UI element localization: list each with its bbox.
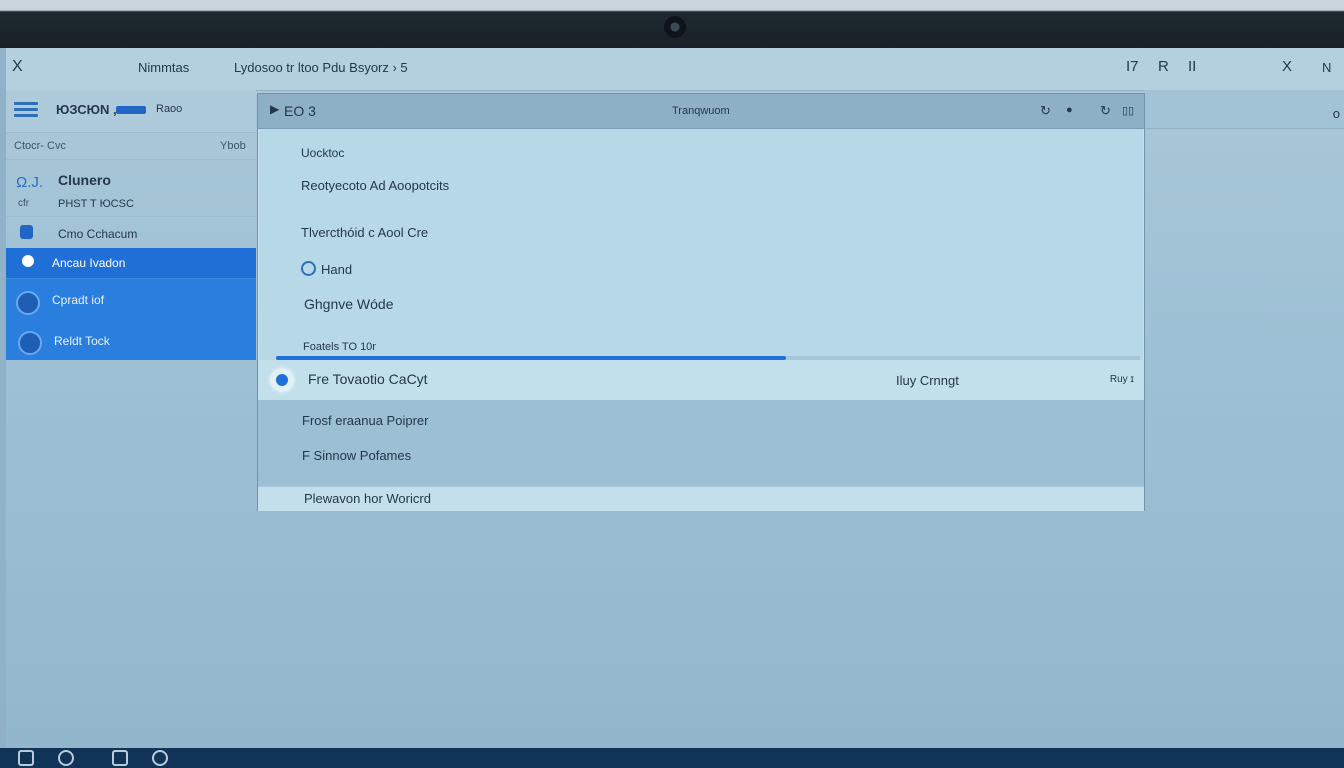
lock-icon[interactable]: [112, 750, 128, 766]
play-icon[interactable]: ▶: [270, 102, 279, 116]
option-row-2[interactable]: Tlvercthóid c Aool Cre: [301, 225, 428, 240]
sidebar-item-1[interactable]: Cmo Cchacum: [6, 218, 256, 248]
shield-icon: [22, 255, 34, 267]
user-name: Clunero: [58, 172, 111, 188]
circle-icon: [16, 291, 40, 315]
files-icon[interactable]: [18, 750, 34, 766]
right-panel-header: o: [1144, 90, 1344, 129]
option-row-1[interactable]: Reotyecoto Ad Aoopotcits: [301, 178, 449, 193]
breadcrumb[interactable]: Lydosoo tr ltoo Pdu Bsyorz › 5: [234, 60, 408, 75]
sidebar-sub-right[interactable]: Ybob: [220, 140, 246, 152]
user-subtitle: PHST T ЮCSC: [58, 198, 134, 210]
dialog: ▶ ЕО 3 Tranqwuom ↻ ● ↻ ▯▯ Uocktoc Reotye…: [257, 93, 1145, 511]
brand-name: ЮЗСЮN ,: [56, 102, 117, 117]
browser-icon[interactable]: [58, 750, 74, 766]
sync-icon[interactable]: ↻: [1100, 103, 1111, 119]
sidebar-item-label: Cmo Cchacum: [58, 227, 138, 241]
title-bar: X Nimmtas Lydosoo tr ltoo Pdu Bsyorz › 5…: [6, 48, 1344, 91]
option-row-5[interactable]: Frosf eraanua Poiprer: [302, 413, 428, 428]
options-block: Frosf eraanua Poiprer F Sinnow Pofames: [258, 400, 1144, 486]
toolbar-button-1[interactable]: I7: [1126, 58, 1139, 75]
user-caption: cfr: [18, 198, 30, 209]
user-card[interactable]: Ω.J. Clunero cfr PHST T ЮCSC: [6, 160, 256, 217]
dialog-header: ▶ ЕО 3 Tranqwuom ↻ ● ↻ ▯▯: [258, 94, 1144, 129]
sidebar-item-label: Cpradt iof: [52, 293, 105, 307]
sidebar-item-label: Ancau Ivadon: [52, 256, 126, 270]
webcam-icon: [664, 16, 686, 38]
folder-icon: [20, 225, 33, 239]
user-icon: Ω.J.: [16, 174, 44, 191]
pause-icon[interactable]: ▯▯: [1122, 104, 1134, 117]
window-extra-button[interactable]: N: [1322, 60, 1331, 75]
selected-row-label: Fre Tovaotio CaCyt: [308, 371, 428, 387]
toolbar-button-2[interactable]: R: [1158, 58, 1169, 75]
brand-tag: Raoo: [156, 103, 183, 115]
sidebar-subheader: Ctocr- Cvc Ybob: [6, 132, 256, 160]
sidebar-header: ЮЗСЮN , Raoo: [6, 90, 256, 132]
brand-badge: [116, 106, 146, 114]
section-label: Uocktoc: [301, 146, 345, 160]
selected-row[interactable]: Fre Tovaotio CaCyt Iluy Crnngt Ruy ɪ: [258, 360, 1144, 400]
sidebar-item-3[interactable]: Cpradt iof: [6, 278, 256, 323]
sidebar-item-label: Reldt Tock: [54, 334, 110, 348]
toolbar-button-3[interactable]: II: [1188, 58, 1196, 75]
sidebar-item-2[interactable]: Ancau Ivadon: [6, 248, 256, 278]
laptop-bezel: [0, 0, 1344, 48]
sidebar-item-4[interactable]: Reldt Tock: [6, 322, 256, 360]
taskbar: [0, 748, 1344, 768]
dialog-footer[interactable]: Plewavon hor Woricrd: [258, 486, 1144, 511]
screen: X Nimmtas Lydosoo tr ltoo Pdu Bsyorz › 5…: [6, 48, 1344, 748]
progress-label: Foatels TO 10r: [303, 341, 376, 353]
refresh-icon[interactable]: ↻: [1040, 103, 1051, 119]
app-name: Nimmtas: [138, 60, 190, 75]
menu-icon[interactable]: [14, 102, 38, 118]
radio-selected-icon[interactable]: [270, 368, 294, 392]
footer-label: Plewavon hor Woricrd: [304, 491, 431, 506]
option-row-6[interactable]: F Sinnow Pofames: [302, 448, 411, 463]
sidebar: ЮЗСЮN , Raoo Ctocr- Cvc Ybob Ω.J. Cluner…: [6, 90, 256, 390]
option-row-3[interactable]: Hand: [301, 261, 352, 277]
dialog-number: ЕО 3: [284, 103, 316, 119]
right-panel-letter: o: [1332, 106, 1340, 121]
radio-icon: [301, 261, 316, 276]
sidebar-sub-left[interactable]: Ctocr- Cvc: [14, 140, 66, 152]
record-icon[interactable]: ●: [1066, 104, 1073, 116]
close-icon[interactable]: X: [12, 58, 23, 76]
option-row-4[interactable]: Ghgnve Wóde: [304, 296, 394, 312]
selected-row-value: Iluy Crnngt: [896, 373, 959, 388]
settings-icon[interactable]: [152, 750, 168, 766]
selected-row-end: Ruy ɪ: [1109, 374, 1134, 385]
option-row-3-label: Hand: [321, 262, 353, 277]
window-close-button[interactable]: X: [1282, 58, 1292, 75]
dialog-title: Tranqwuom: [672, 105, 730, 117]
circle-icon: [18, 331, 42, 355]
